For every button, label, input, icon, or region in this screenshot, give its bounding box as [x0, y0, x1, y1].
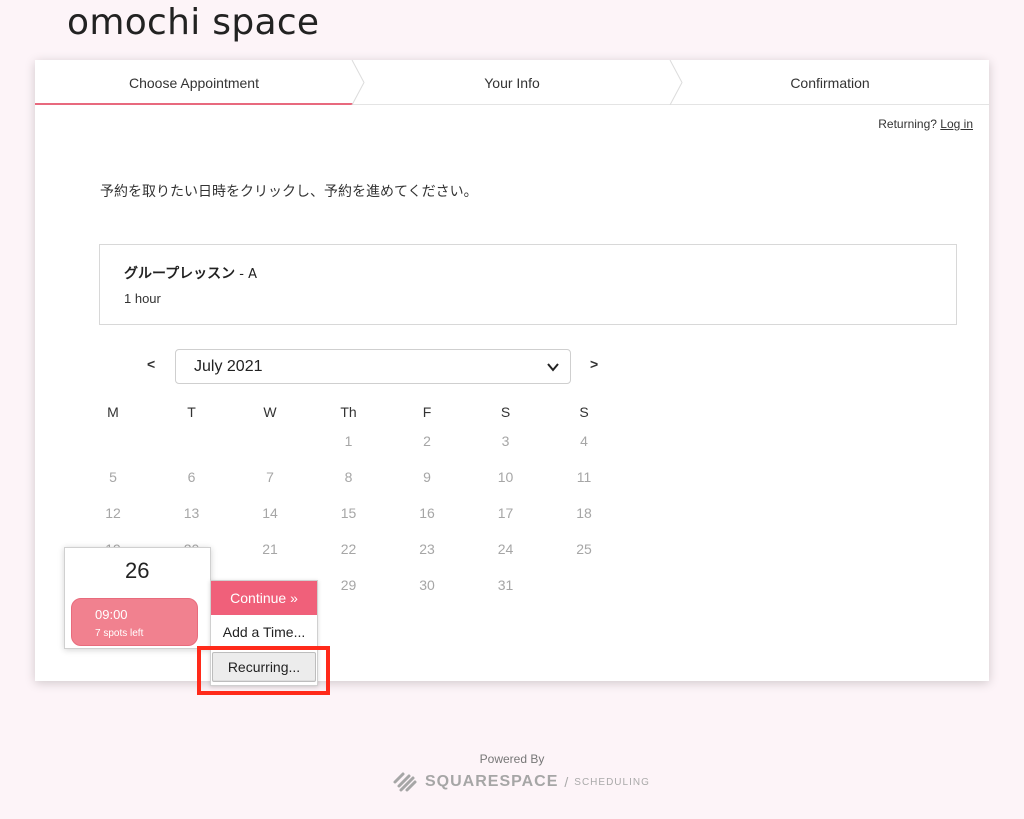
calendar-day[interactable]: 14 — [245, 505, 295, 521]
step-your-info: Your Info — [484, 74, 540, 91]
calendar-day[interactable]: 23 — [402, 541, 452, 557]
site-title: omochi space — [67, 2, 320, 43]
returning-label: Returning? — [878, 117, 937, 131]
calendar-day[interactable]: 7 — [245, 469, 295, 485]
weekday-header: S — [500, 404, 511, 420]
calendar-day[interactable]: 12 — [88, 505, 138, 521]
step-divider-icon — [669, 60, 683, 105]
appointment-duration: 1 hour — [124, 291, 161, 306]
add-time-button[interactable]: Add a Time... — [211, 615, 317, 649]
active-step-indicator — [35, 103, 353, 105]
weekday-header: Th — [340, 404, 357, 420]
month-select-value: July 2021 — [194, 357, 263, 375]
weekday-header: F — [422, 404, 432, 420]
booking-instruction: 予約を取りたい日時をクリックし、予約を進めてください。 — [100, 184, 478, 200]
continue-button[interactable]: Continue » — [211, 581, 317, 615]
brand-divider: / — [564, 774, 569, 790]
calendar-day[interactable]: 4 — [559, 433, 609, 449]
calendar-day[interactable]: 31 — [481, 577, 531, 593]
next-month-button[interactable]: > — [590, 356, 598, 372]
calendar-day[interactable]: 24 — [481, 541, 531, 557]
chevron-down-icon — [547, 363, 559, 372]
calendar-day[interactable]: 22 — [324, 541, 374, 557]
calendar-day[interactable]: 25 — [559, 541, 609, 557]
step-choose-appointment: Choose Appointment — [129, 74, 259, 91]
calendar-day[interactable]: 13 — [167, 505, 217, 521]
step-divider-icon — [351, 60, 365, 105]
calendar-day[interactable]: 6 — [167, 469, 217, 485]
calendar-day[interactable]: 17 — [481, 505, 531, 521]
calendar-day[interactable]: 9 — [402, 469, 452, 485]
annotation-highlight — [197, 646, 330, 695]
appointment-name: グループレッスン - A — [124, 263, 257, 283]
calendar-day[interactable]: 3 — [481, 433, 531, 449]
brand-name: SQUARESPACE — [425, 773, 559, 790]
time-slot-spots: 7 spots left — [95, 628, 144, 639]
returning-prompt: Returning? Log in — [878, 117, 973, 131]
weekday-header: T — [187, 404, 196, 420]
time-slot-time: 09:00 — [95, 607, 128, 622]
calendar-day[interactable]: 5 — [88, 469, 138, 485]
appointment-title: グループレッスン — [124, 266, 236, 282]
popup-date: 26 — [125, 558, 150, 583]
powered-by-label: Powered By — [479, 752, 545, 766]
step-confirmation: Confirmation — [790, 74, 870, 91]
day-popup: 26 09:00 7 spots left — [64, 547, 211, 649]
calendar-day[interactable]: 15 — [324, 505, 374, 521]
squarespace-logo-icon — [393, 772, 417, 792]
scheduling-card: Choose Appointment Your Info Confirmatio… — [35, 60, 989, 686]
progress-steps: Choose Appointment Your Info Confirmatio… — [35, 60, 989, 105]
calendar-day[interactable]: 21 — [245, 541, 295, 557]
calendar-day[interactable]: 29 — [324, 577, 374, 593]
weekday-header: M — [107, 404, 119, 420]
time-slot-button[interactable]: 09:00 7 spots left — [71, 598, 198, 646]
appointment-suffix: - A — [235, 267, 258, 282]
login-link[interactable]: Log in — [940, 117, 973, 131]
brand-scheduling: SCHEDULING — [574, 776, 650, 788]
calendar-day[interactable]: 18 — [559, 505, 609, 521]
calendar-day[interactable]: 1 — [324, 433, 374, 449]
weekday-header: W — [263, 404, 277, 420]
calendar-day[interactable]: 16 — [402, 505, 452, 521]
appointment-type-card: グループレッスン - A 1 hour — [99, 244, 957, 325]
calendar-day[interactable]: 30 — [402, 577, 452, 593]
calendar-day[interactable]: 10 — [481, 469, 531, 485]
prev-month-button[interactable]: < — [147, 356, 155, 372]
calendar-day[interactable]: 11 — [559, 469, 609, 485]
squarespace-brand: SQUARESPACE / SCHEDULING — [391, 770, 650, 794]
month-select[interactable]: July 2021 — [175, 349, 571, 384]
calendar-day[interactable]: 2 — [402, 433, 452, 449]
weekday-header: S — [579, 404, 589, 420]
calendar-day[interactable]: 8 — [324, 469, 374, 485]
